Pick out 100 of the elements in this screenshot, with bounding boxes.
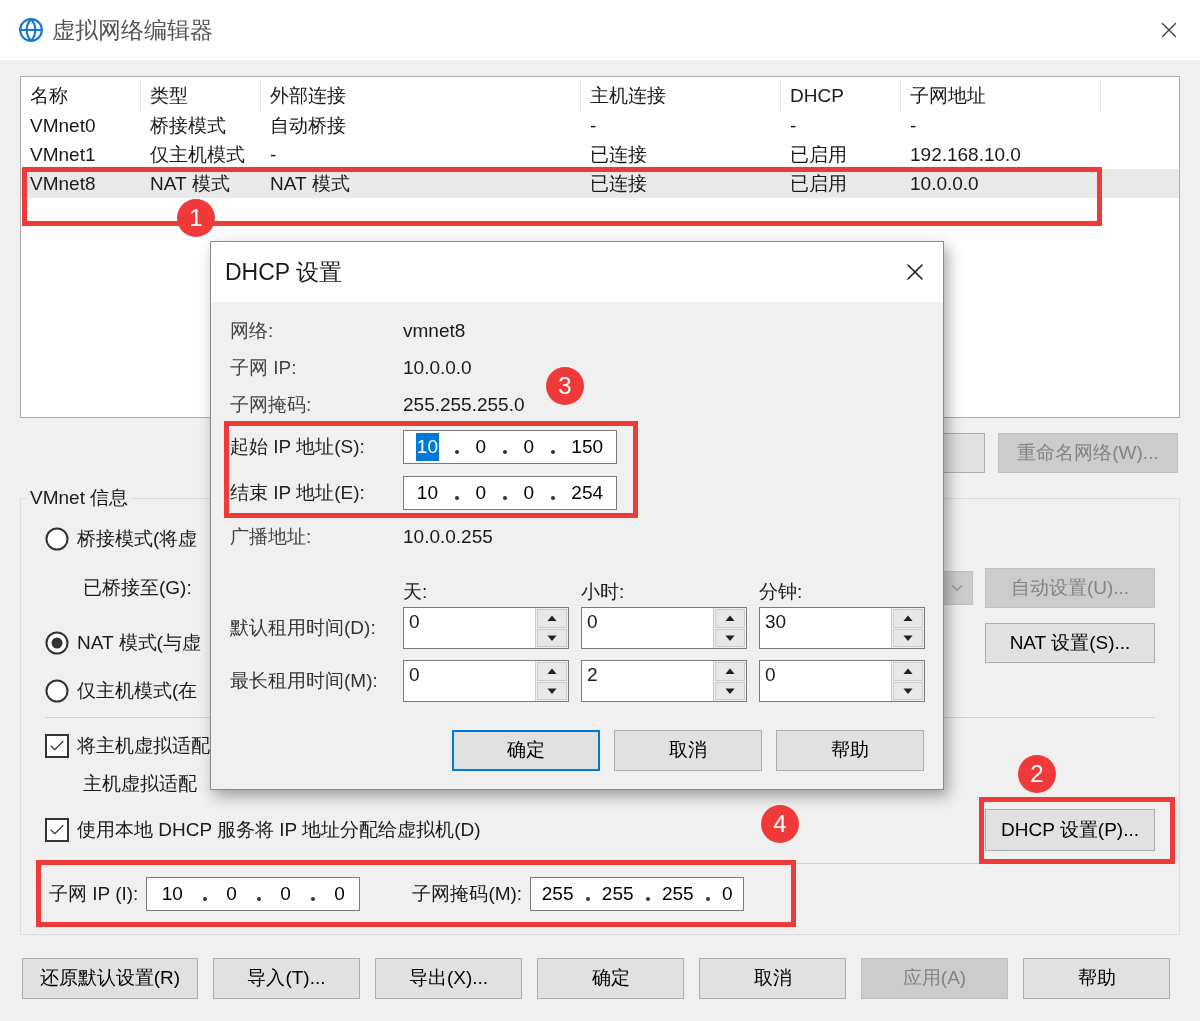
lease-label: 最长租用时间(M): — [230, 668, 379, 693]
dialog-button[interactable]: 确定 — [537, 958, 684, 999]
spin-up-icon[interactable] — [893, 609, 923, 628]
step-number: 2 — [1018, 755, 1056, 793]
radio-button[interactable] — [45, 527, 69, 551]
octet-value: 0 — [522, 480, 535, 505]
table-cell-text: NAT 模式 — [269, 172, 351, 196]
dhcp-settings-button[interactable]: DHCP 设置(P)... — [985, 809, 1155, 851]
spin-field[interactable]: 30 — [759, 607, 925, 649]
octet-value: 0 — [225, 881, 238, 906]
octet-value: 0 — [721, 881, 734, 906]
octet-value: 10 — [160, 881, 184, 906]
ip-label: 起始 IP 地址(S): — [230, 434, 366, 459]
info-label: 子网掩码: — [230, 393, 313, 418]
octet-value: 150 — [570, 434, 605, 459]
step-number: 4 — [761, 805, 799, 843]
octet-value: 0 — [522, 434, 535, 459]
octet-value: 255 — [660, 881, 695, 906]
spin-field[interactable]: 0 — [759, 660, 925, 702]
lease-column-label: 天: — [403, 579, 429, 604]
table-cell-text: 仅主机模式 — [149, 143, 246, 167]
radio-label[interactable]: NAT 模式(与虚 — [77, 628, 201, 658]
table-cell-text: - — [589, 114, 598, 138]
table-cell-text: 10.0.0.0 — [909, 172, 980, 196]
table-cell-text: VMnet0 — [29, 114, 97, 138]
table-cell-text: - — [789, 114, 798, 138]
spin-down-icon[interactable] — [715, 681, 745, 700]
info-label: 子网 IP: — [230, 356, 298, 381]
spin-down-icon[interactable] — [893, 681, 923, 700]
lease-column-label: 分钟: — [759, 579, 804, 604]
checkbox[interactable] — [45, 734, 69, 758]
spin-up-icon[interactable] — [715, 662, 745, 681]
spin-field[interactable]: 0 — [403, 660, 569, 702]
info-value: 10.0.0.0 — [403, 356, 472, 381]
info-value: 255.255.255.0 — [403, 393, 525, 418]
dialog-button[interactable]: 取消 — [699, 958, 846, 999]
ip-label: 结束 IP 地址(E): — [230, 480, 366, 505]
radio-button[interactable] — [45, 679, 69, 703]
subnet-ip-label: 子网 IP (I): — [49, 881, 139, 906]
dialog-button[interactable]: 帮助 — [776, 730, 924, 771]
radio-label[interactable]: 桥接模式(将虚 — [77, 524, 198, 554]
spin-down-icon[interactable] — [715, 628, 745, 647]
checkbox-label[interactable]: 使用本地 DHCP 服务将 IP 地址分配给虚拟机(D) — [77, 815, 481, 845]
octet-value: 0 — [474, 480, 487, 505]
nat-settings-button[interactable]: NAT 设置(S)... — [985, 623, 1155, 663]
adapter-name-text: 主机虚拟适配 — [83, 771, 197, 796]
octet-value: 255 — [600, 881, 635, 906]
table-cell-text: 已启用 — [789, 143, 848, 167]
spin-field[interactable]: 0 — [581, 607, 747, 649]
octet-value: 254 — [570, 480, 605, 505]
octet-value: 0 — [333, 881, 346, 906]
start-ip-field[interactable]: 10 0 0 150 — [403, 430, 617, 464]
info-value: vmnet8 — [403, 319, 466, 344]
radio-button[interactable] — [45, 631, 69, 655]
window-title: 虚拟网络编辑器 — [52, 15, 213, 45]
dialog-button[interactable]: 帮助 — [1023, 958, 1170, 999]
bridged-to-label: 已桥接至(G): — [83, 575, 192, 600]
table-cell-text: VMnet1 — [29, 143, 97, 167]
table-cell-text: 已启用 — [789, 172, 848, 196]
table-cell-text: 192.168.10.0 — [909, 143, 1022, 167]
dialog-button[interactable]: 取消 — [614, 730, 762, 771]
table-cell-text: 已连接 — [589, 172, 648, 196]
table-cell-text: NAT 模式 — [149, 172, 231, 196]
octet-value: 10 — [415, 432, 439, 462]
spin-up-icon[interactable] — [715, 609, 745, 628]
broadcast-value: 10.0.0.255 — [403, 524, 493, 549]
radio-label[interactable]: 仅主机模式(在 — [77, 676, 198, 706]
spin-field[interactable]: 0 — [403, 607, 569, 649]
octet-value: 255 — [540, 881, 575, 906]
dialog-button[interactable]: 导入(T)... — [213, 958, 360, 999]
lease-label: 默认租用时间(D): — [230, 615, 377, 640]
spin-up-icon[interactable] — [537, 609, 567, 628]
spin-up-icon[interactable] — [537, 662, 567, 681]
table-cell-text: - — [269, 143, 278, 167]
subnet-mask-label: 子网掩码(M): — [412, 881, 523, 906]
broadcast-label: 广播地址: — [230, 524, 313, 549]
subnet-mask-field[interactable]: 255 255 255 0 — [530, 877, 745, 911]
checkbox-label[interactable]: 将主机虚拟适配 — [77, 731, 210, 761]
info-label: 网络: — [230, 319, 275, 344]
dialog-button[interactable]: 还原默认设置(R) — [22, 958, 198, 999]
checkbox[interactable] — [45, 818, 69, 842]
subnet-ip-field[interactable]: 10 0 0 0 — [146, 877, 361, 911]
dialog-button[interactable]: 导出(X)... — [375, 958, 522, 999]
table-cell-text: - — [909, 114, 918, 138]
octet-value: 0 — [279, 881, 292, 906]
end-ip-field[interactable]: 10 0 0 254 — [403, 476, 617, 510]
spin-up-icon[interactable] — [893, 662, 923, 681]
octet-value: 10 — [415, 480, 439, 505]
octet-value: 0 — [474, 434, 487, 459]
dialog-button[interactable]: 确定 — [452, 730, 600, 771]
spin-down-icon[interactable] — [537, 628, 567, 647]
dialog-title: DHCP 设置 — [225, 257, 343, 287]
table-cell-text: 已连接 — [589, 143, 648, 167]
spin-field[interactable]: 2 — [581, 660, 747, 702]
table-cell-text: 桥接模式 — [149, 114, 227, 138]
lease-column-label: 小时: — [581, 579, 626, 604]
table-cell-text: 自动桥接 — [269, 114, 347, 138]
globe-icon — [18, 17, 44, 43]
spin-down-icon[interactable] — [893, 628, 923, 647]
spin-down-icon[interactable] — [537, 681, 567, 700]
